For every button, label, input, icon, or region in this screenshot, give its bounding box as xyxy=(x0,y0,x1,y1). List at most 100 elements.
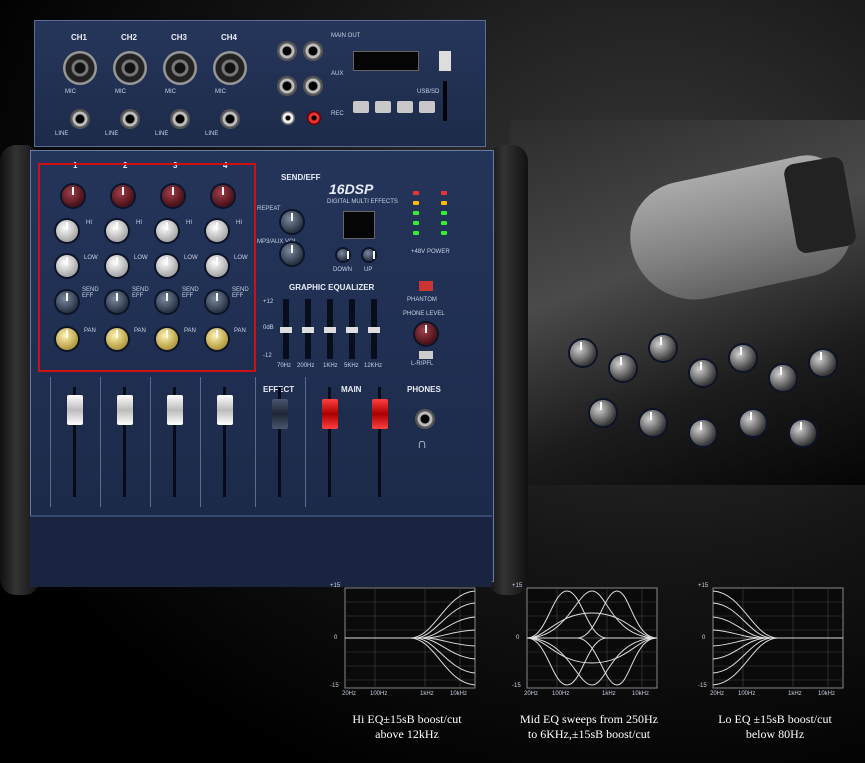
main-fader-strip xyxy=(305,377,396,507)
photo-knob xyxy=(730,345,756,371)
level-led xyxy=(413,231,419,235)
up-button[interactable] xyxy=(363,249,375,261)
eq-slider-12khz[interactable] xyxy=(368,327,380,333)
lo-eq-graph: +15 0 -15 20Hz 100Hz 1kHz 10kHz xyxy=(698,583,848,703)
dsp-subtitle: DIGITAL MULTI EFFECTS xyxy=(327,199,398,205)
lo-eq-caption: Lo EQ ±15sB boost/cut below 80Hz xyxy=(690,712,860,742)
eq-slider-5khz[interactable] xyxy=(346,327,358,333)
graphic-eq-title: GRAPHIC EQUALIZER xyxy=(289,283,375,292)
channel-fader-strip xyxy=(200,377,247,507)
photo-knob xyxy=(790,420,816,446)
up-label: UP xyxy=(364,267,373,273)
y-tick: -15 xyxy=(512,683,521,689)
channel-fader-strip xyxy=(100,377,147,507)
line-jack[interactable] xyxy=(70,109,90,129)
rca-white[interactable] xyxy=(281,111,295,125)
caption-line: Hi EQ±15sB boost/cut xyxy=(352,712,462,726)
line-jack[interactable] xyxy=(220,109,240,129)
aux-in-jack[interactable] xyxy=(277,76,297,96)
x-tick: 1kHz xyxy=(602,691,616,697)
eq-scale-top: +12 xyxy=(263,299,274,305)
eq-slider-1khz[interactable] xyxy=(324,327,336,333)
line-label: LINE xyxy=(155,131,169,137)
photo-knob xyxy=(640,410,666,436)
photo-knob xyxy=(570,340,596,366)
xlr-input[interactable] xyxy=(113,51,147,85)
phones-label: PHONES xyxy=(407,385,441,394)
x-tick: 10kHz xyxy=(632,691,650,697)
rca-red[interactable] xyxy=(307,111,321,125)
play-pause-button[interactable] xyxy=(353,101,369,113)
phone-level-label: PHONE LEVEL xyxy=(403,311,445,317)
eq-band-label: 200Hz xyxy=(297,363,315,369)
channel-fader-strip xyxy=(50,377,97,507)
channel-fader[interactable] xyxy=(117,395,133,425)
line-label: LINE xyxy=(55,131,69,137)
channel-label: CH1 xyxy=(71,33,88,42)
photo-knob xyxy=(650,335,676,361)
mp3-vol-knob[interactable] xyxy=(281,243,303,265)
mixer-side-right xyxy=(488,145,528,595)
y-tick: 0 xyxy=(702,635,706,641)
x-tick: 20Hz xyxy=(342,691,357,697)
caption-line: Lo EQ ±15sB boost/cut xyxy=(718,712,832,726)
usb-port[interactable] xyxy=(439,51,451,71)
eq-slider-200hz[interactable] xyxy=(302,327,314,333)
eq-scale-mid: 0dB xyxy=(263,325,274,331)
eq-band-label: 5KHz xyxy=(344,363,359,369)
xlr-input[interactable] xyxy=(213,51,247,85)
level-led xyxy=(441,191,447,195)
usb-sd-button[interactable] xyxy=(419,101,435,113)
main-out-jack[interactable] xyxy=(303,41,323,61)
channel-fader[interactable] xyxy=(67,395,83,425)
y-tick: +15 xyxy=(330,583,341,589)
dj-hand-photo xyxy=(510,120,865,485)
photo-knob xyxy=(590,400,616,426)
lr-pfl-switch[interactable] xyxy=(419,351,433,359)
y-tick: 0 xyxy=(516,635,520,641)
y-tick: +15 xyxy=(512,583,523,589)
channel-label: CH3 xyxy=(171,33,188,42)
repeat-knob[interactable] xyxy=(281,211,303,233)
prev-button[interactable] xyxy=(375,101,391,113)
mic-label: MIC xyxy=(65,89,76,95)
next-button[interactable] xyxy=(397,101,413,113)
caption-line: above 12kHz xyxy=(375,727,439,741)
main-fader-left[interactable] xyxy=(322,399,338,429)
hi-eq-graph: +15 0 -15 20Hz 100Hz 1kHz 10kHz xyxy=(330,583,480,703)
mixer-front xyxy=(30,515,492,587)
effect-fader[interactable] xyxy=(272,399,288,429)
phones-jack[interactable] xyxy=(415,409,435,429)
line-jack[interactable] xyxy=(170,109,190,129)
x-tick: 100Hz xyxy=(738,691,756,697)
photo-knob xyxy=(610,355,636,381)
line-label: LINE xyxy=(105,131,119,137)
main-fader-right[interactable] xyxy=(372,399,388,429)
down-button[interactable] xyxy=(337,249,349,261)
line-jack[interactable] xyxy=(120,109,140,129)
channel-fader[interactable] xyxy=(167,395,183,425)
channel-fader-strip xyxy=(150,377,197,507)
x-tick: 100Hz xyxy=(370,691,388,697)
repeat-label: REPEAT xyxy=(257,206,281,212)
eq-band-label: 12KHz xyxy=(364,363,383,369)
level-led xyxy=(413,211,419,215)
usb-sd-label: USB/SD xyxy=(417,89,440,95)
x-tick: 10kHz xyxy=(818,691,836,697)
phantom-switch[interactable] xyxy=(419,281,433,291)
xlr-input[interactable] xyxy=(163,51,197,85)
channel-fader[interactable] xyxy=(217,395,233,425)
phantom-label: PHANTOM xyxy=(407,297,437,303)
hi-eq-plot xyxy=(344,587,476,689)
xlr-input[interactable] xyxy=(63,51,97,85)
phone-level-knob[interactable] xyxy=(415,323,437,345)
send-out-jack[interactable] xyxy=(303,76,323,96)
eq-slider-70hz[interactable] xyxy=(280,327,292,333)
sd-slot[interactable] xyxy=(443,81,447,121)
main-out-jack[interactable] xyxy=(277,41,297,61)
photo-knob xyxy=(690,360,716,386)
hi-eq-caption: Hi EQ±15sB boost/cut above 12kHz xyxy=(322,712,492,742)
highlight-box xyxy=(38,163,256,372)
y-tick: -15 xyxy=(330,683,339,689)
line-label: LINE xyxy=(205,131,219,137)
